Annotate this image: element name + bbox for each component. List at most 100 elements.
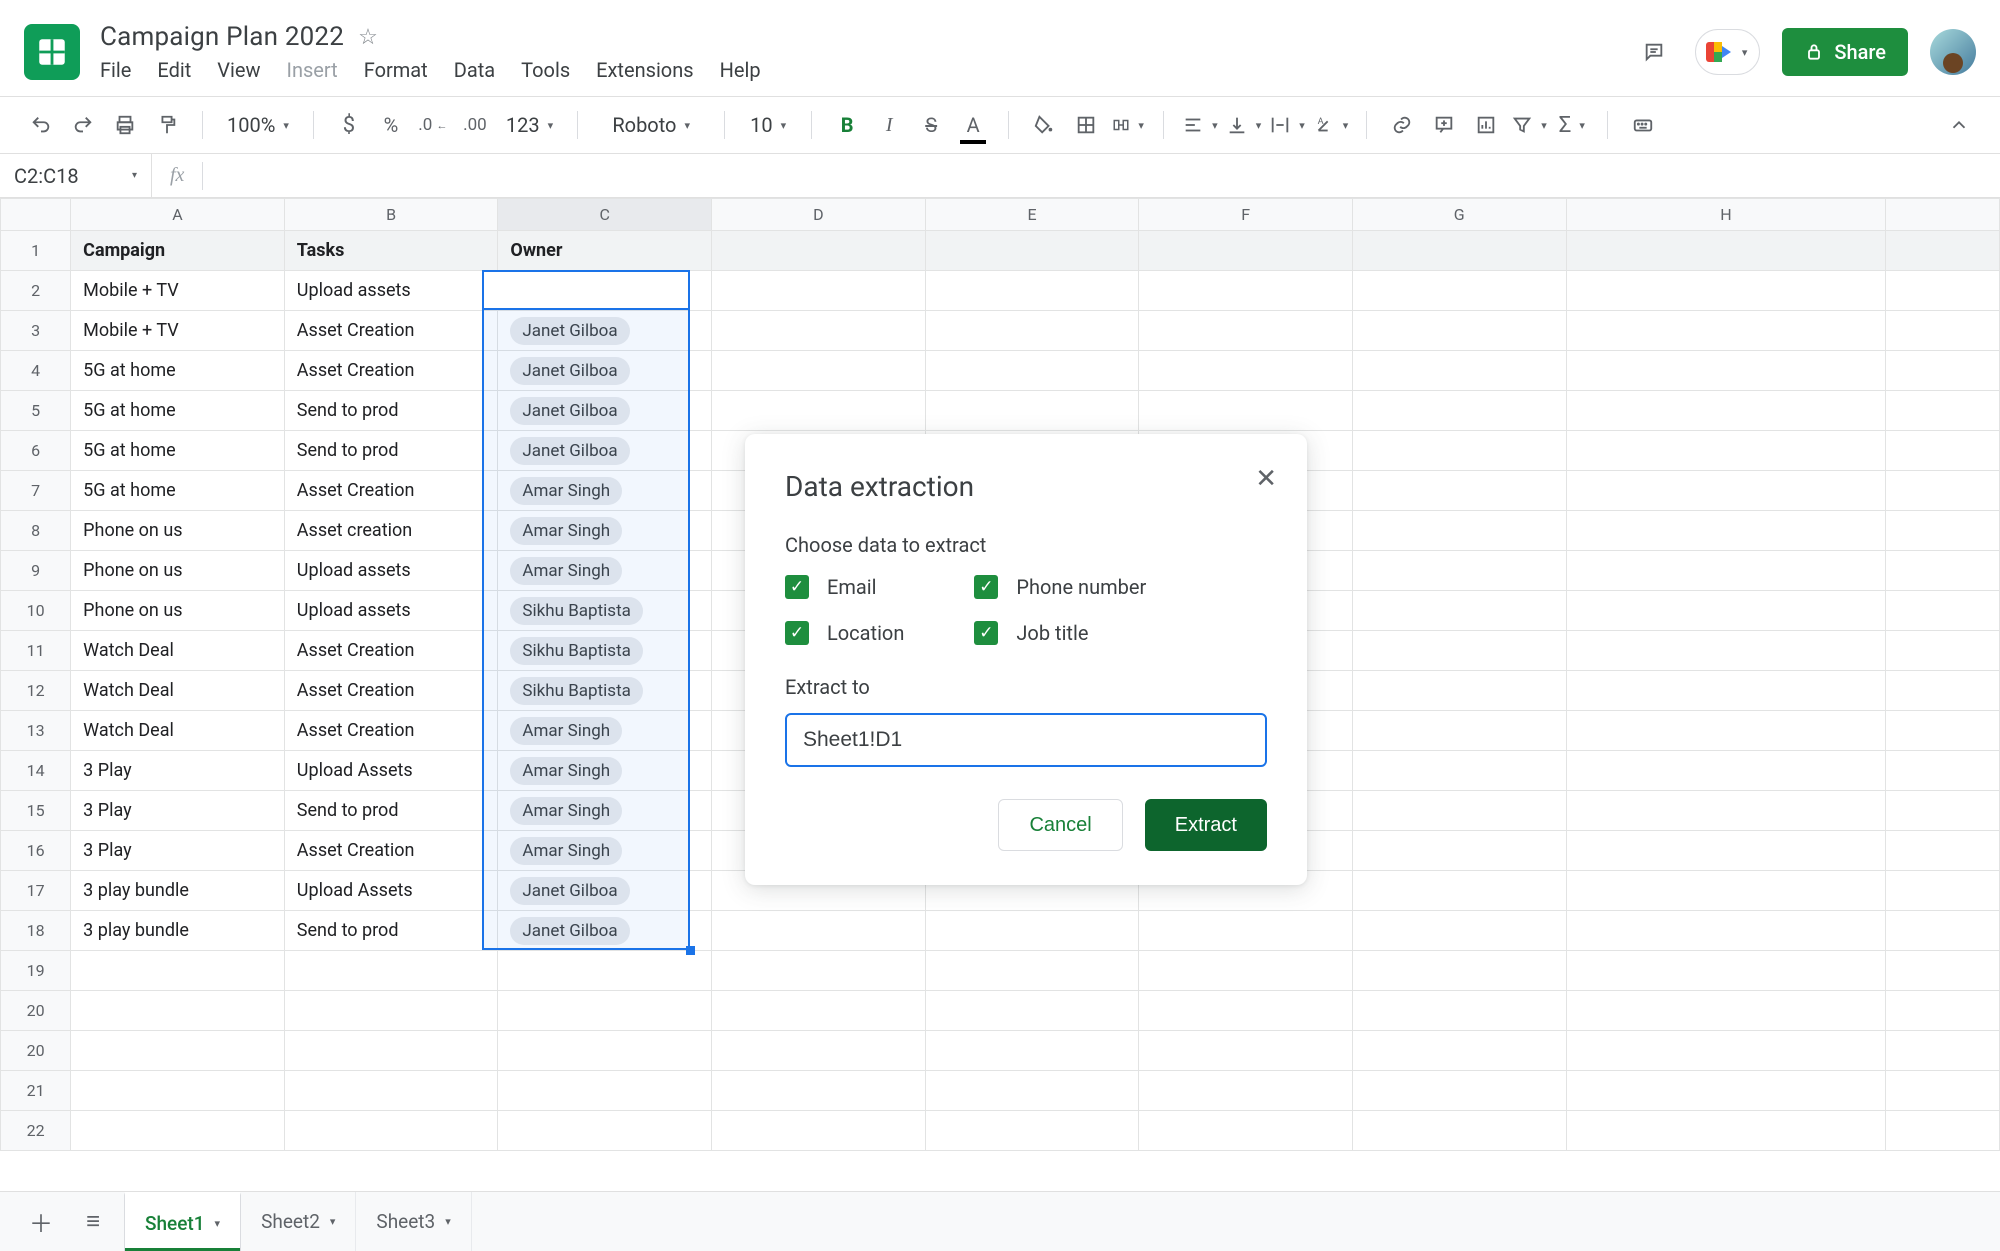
row-header[interactable]: 10 bbox=[1, 591, 71, 631]
cell[interactable]: Watch Deal bbox=[71, 711, 285, 751]
fill-color-button[interactable] bbox=[1027, 108, 1061, 142]
filter-button[interactable] bbox=[1511, 108, 1547, 142]
cell[interactable]: Watch Deal bbox=[71, 631, 285, 671]
cell[interactable] bbox=[1139, 991, 1353, 1031]
v-align-button[interactable] bbox=[1226, 108, 1262, 142]
cell[interactable] bbox=[1886, 991, 2000, 1031]
cell[interactable] bbox=[1886, 671, 2000, 711]
person-chip[interactable]: Amar Singh bbox=[510, 717, 622, 745]
star-icon[interactable]: ☆ bbox=[358, 25, 378, 50]
row-header[interactable]: 3 bbox=[1, 311, 71, 351]
cell[interactable]: Send to prod bbox=[284, 431, 498, 471]
cell[interactable] bbox=[1352, 791, 1566, 831]
cell[interactable] bbox=[1566, 391, 1886, 431]
col-header-A[interactable]: A bbox=[71, 199, 285, 231]
cell[interactable]: Sikhu Baptista bbox=[498, 591, 712, 631]
share-button[interactable]: Share bbox=[1782, 28, 1908, 76]
cell[interactable]: Janet Gilboa bbox=[498, 351, 712, 391]
bold-button[interactable]: B bbox=[830, 108, 864, 142]
cell[interactable] bbox=[71, 991, 285, 1031]
cell[interactable] bbox=[1352, 751, 1566, 791]
sheets-logo[interactable] bbox=[24, 24, 80, 80]
cell[interactable]: Mobile + TV bbox=[71, 271, 285, 311]
cell[interactable]: Asset Creation bbox=[284, 351, 498, 391]
account-avatar[interactable] bbox=[1930, 29, 1976, 75]
cell[interactable]: Janet Gilboa bbox=[498, 911, 712, 951]
cell[interactable] bbox=[284, 1111, 498, 1151]
cell[interactable] bbox=[1566, 231, 1886, 271]
cell[interactable]: Asset Creation bbox=[284, 631, 498, 671]
cell[interactable] bbox=[712, 351, 926, 391]
row-header[interactable]: 14 bbox=[1, 751, 71, 791]
cell[interactable]: 3 Play bbox=[71, 831, 285, 871]
cell[interactable]: Tasks bbox=[284, 231, 498, 271]
row-header[interactable]: 20 bbox=[1, 1031, 71, 1071]
cell[interactable] bbox=[712, 231, 926, 271]
person-chip[interactable]: Amar Singh bbox=[510, 837, 622, 865]
cell[interactable]: Asset Creation bbox=[284, 671, 498, 711]
cell[interactable] bbox=[1139, 1031, 1353, 1071]
borders-button[interactable] bbox=[1069, 108, 1103, 142]
row-header[interactable]: 6 bbox=[1, 431, 71, 471]
cell[interactable] bbox=[1886, 231, 2000, 271]
cell[interactable] bbox=[1566, 951, 1886, 991]
col-header-D[interactable]: D bbox=[712, 199, 926, 231]
cell[interactable]: Upload assets bbox=[284, 591, 498, 631]
row-header[interactable]: 21 bbox=[1, 1071, 71, 1111]
cell[interactable] bbox=[1886, 791, 2000, 831]
person-chip[interactable]: Janet Gilboa bbox=[510, 357, 629, 385]
cell[interactable] bbox=[1352, 1031, 1566, 1071]
col-header-C[interactable]: C bbox=[498, 199, 712, 231]
cell[interactable] bbox=[1352, 391, 1566, 431]
undo-icon[interactable] bbox=[24, 108, 58, 142]
print-icon[interactable] bbox=[108, 108, 142, 142]
cell[interactable]: Upload Assets bbox=[284, 751, 498, 791]
cell[interactable]: Janet Gilboa bbox=[498, 271, 712, 311]
name-box[interactable]: C2:C18 bbox=[0, 154, 152, 197]
cell[interactable] bbox=[925, 271, 1139, 311]
cell[interactable]: Phone on us bbox=[71, 551, 285, 591]
cancel-button[interactable]: Cancel bbox=[998, 799, 1122, 851]
percent-icon[interactable]: % bbox=[374, 108, 408, 142]
cell[interactable] bbox=[1566, 1071, 1886, 1111]
cell[interactable]: Upload assets bbox=[284, 551, 498, 591]
cell[interactable] bbox=[1352, 1071, 1566, 1111]
italic-button[interactable]: I bbox=[872, 108, 906, 142]
cell[interactable] bbox=[1352, 871, 1566, 911]
cell[interactable] bbox=[1352, 271, 1566, 311]
cell[interactable]: Owner bbox=[498, 231, 712, 271]
cell[interactable] bbox=[1886, 871, 2000, 911]
cell[interactable]: Sikhu Baptista bbox=[498, 671, 712, 711]
row-header[interactable]: 2 bbox=[1, 271, 71, 311]
cell[interactable] bbox=[1352, 311, 1566, 351]
cell[interactable] bbox=[1352, 351, 1566, 391]
person-chip[interactable]: Janet Gilboa bbox=[510, 917, 629, 945]
cell[interactable]: Phone on us bbox=[71, 591, 285, 631]
increase-decimal-icon[interactable]: .00 bbox=[458, 108, 492, 142]
col-header-G[interactable]: G bbox=[1352, 199, 1566, 231]
insert-comment-icon[interactable] bbox=[1427, 108, 1461, 142]
checkbox-email[interactable]: ✓Email bbox=[785, 575, 904, 599]
font-select[interactable]: Roboto bbox=[596, 108, 706, 142]
text-wrap-button[interactable] bbox=[1269, 108, 1305, 142]
add-sheet-button[interactable]: ＋ bbox=[20, 1201, 62, 1243]
cell[interactable] bbox=[925, 351, 1139, 391]
menu-extensions[interactable]: Extensions bbox=[596, 58, 693, 82]
cell[interactable] bbox=[1886, 311, 2000, 351]
cell[interactable] bbox=[712, 1111, 926, 1151]
cell[interactable] bbox=[1886, 431, 2000, 471]
cell[interactable] bbox=[1352, 831, 1566, 871]
cell[interactable] bbox=[1566, 751, 1886, 791]
decrease-decimal-icon[interactable]: .0 ← bbox=[416, 108, 450, 142]
row-header[interactable]: 19 bbox=[1, 951, 71, 991]
person-chip[interactable]: Amar Singh bbox=[510, 517, 622, 545]
cell[interactable] bbox=[1139, 951, 1353, 991]
cell[interactable] bbox=[1886, 591, 2000, 631]
cell[interactable] bbox=[1566, 911, 1886, 951]
cell[interactable]: Amar Singh bbox=[498, 831, 712, 871]
cell[interactable] bbox=[925, 311, 1139, 351]
cell[interactable]: Amar Singh bbox=[498, 711, 712, 751]
cell[interactable] bbox=[712, 1031, 926, 1071]
cell[interactable] bbox=[1886, 831, 2000, 871]
menu-insert[interactable]: Insert bbox=[287, 58, 338, 82]
